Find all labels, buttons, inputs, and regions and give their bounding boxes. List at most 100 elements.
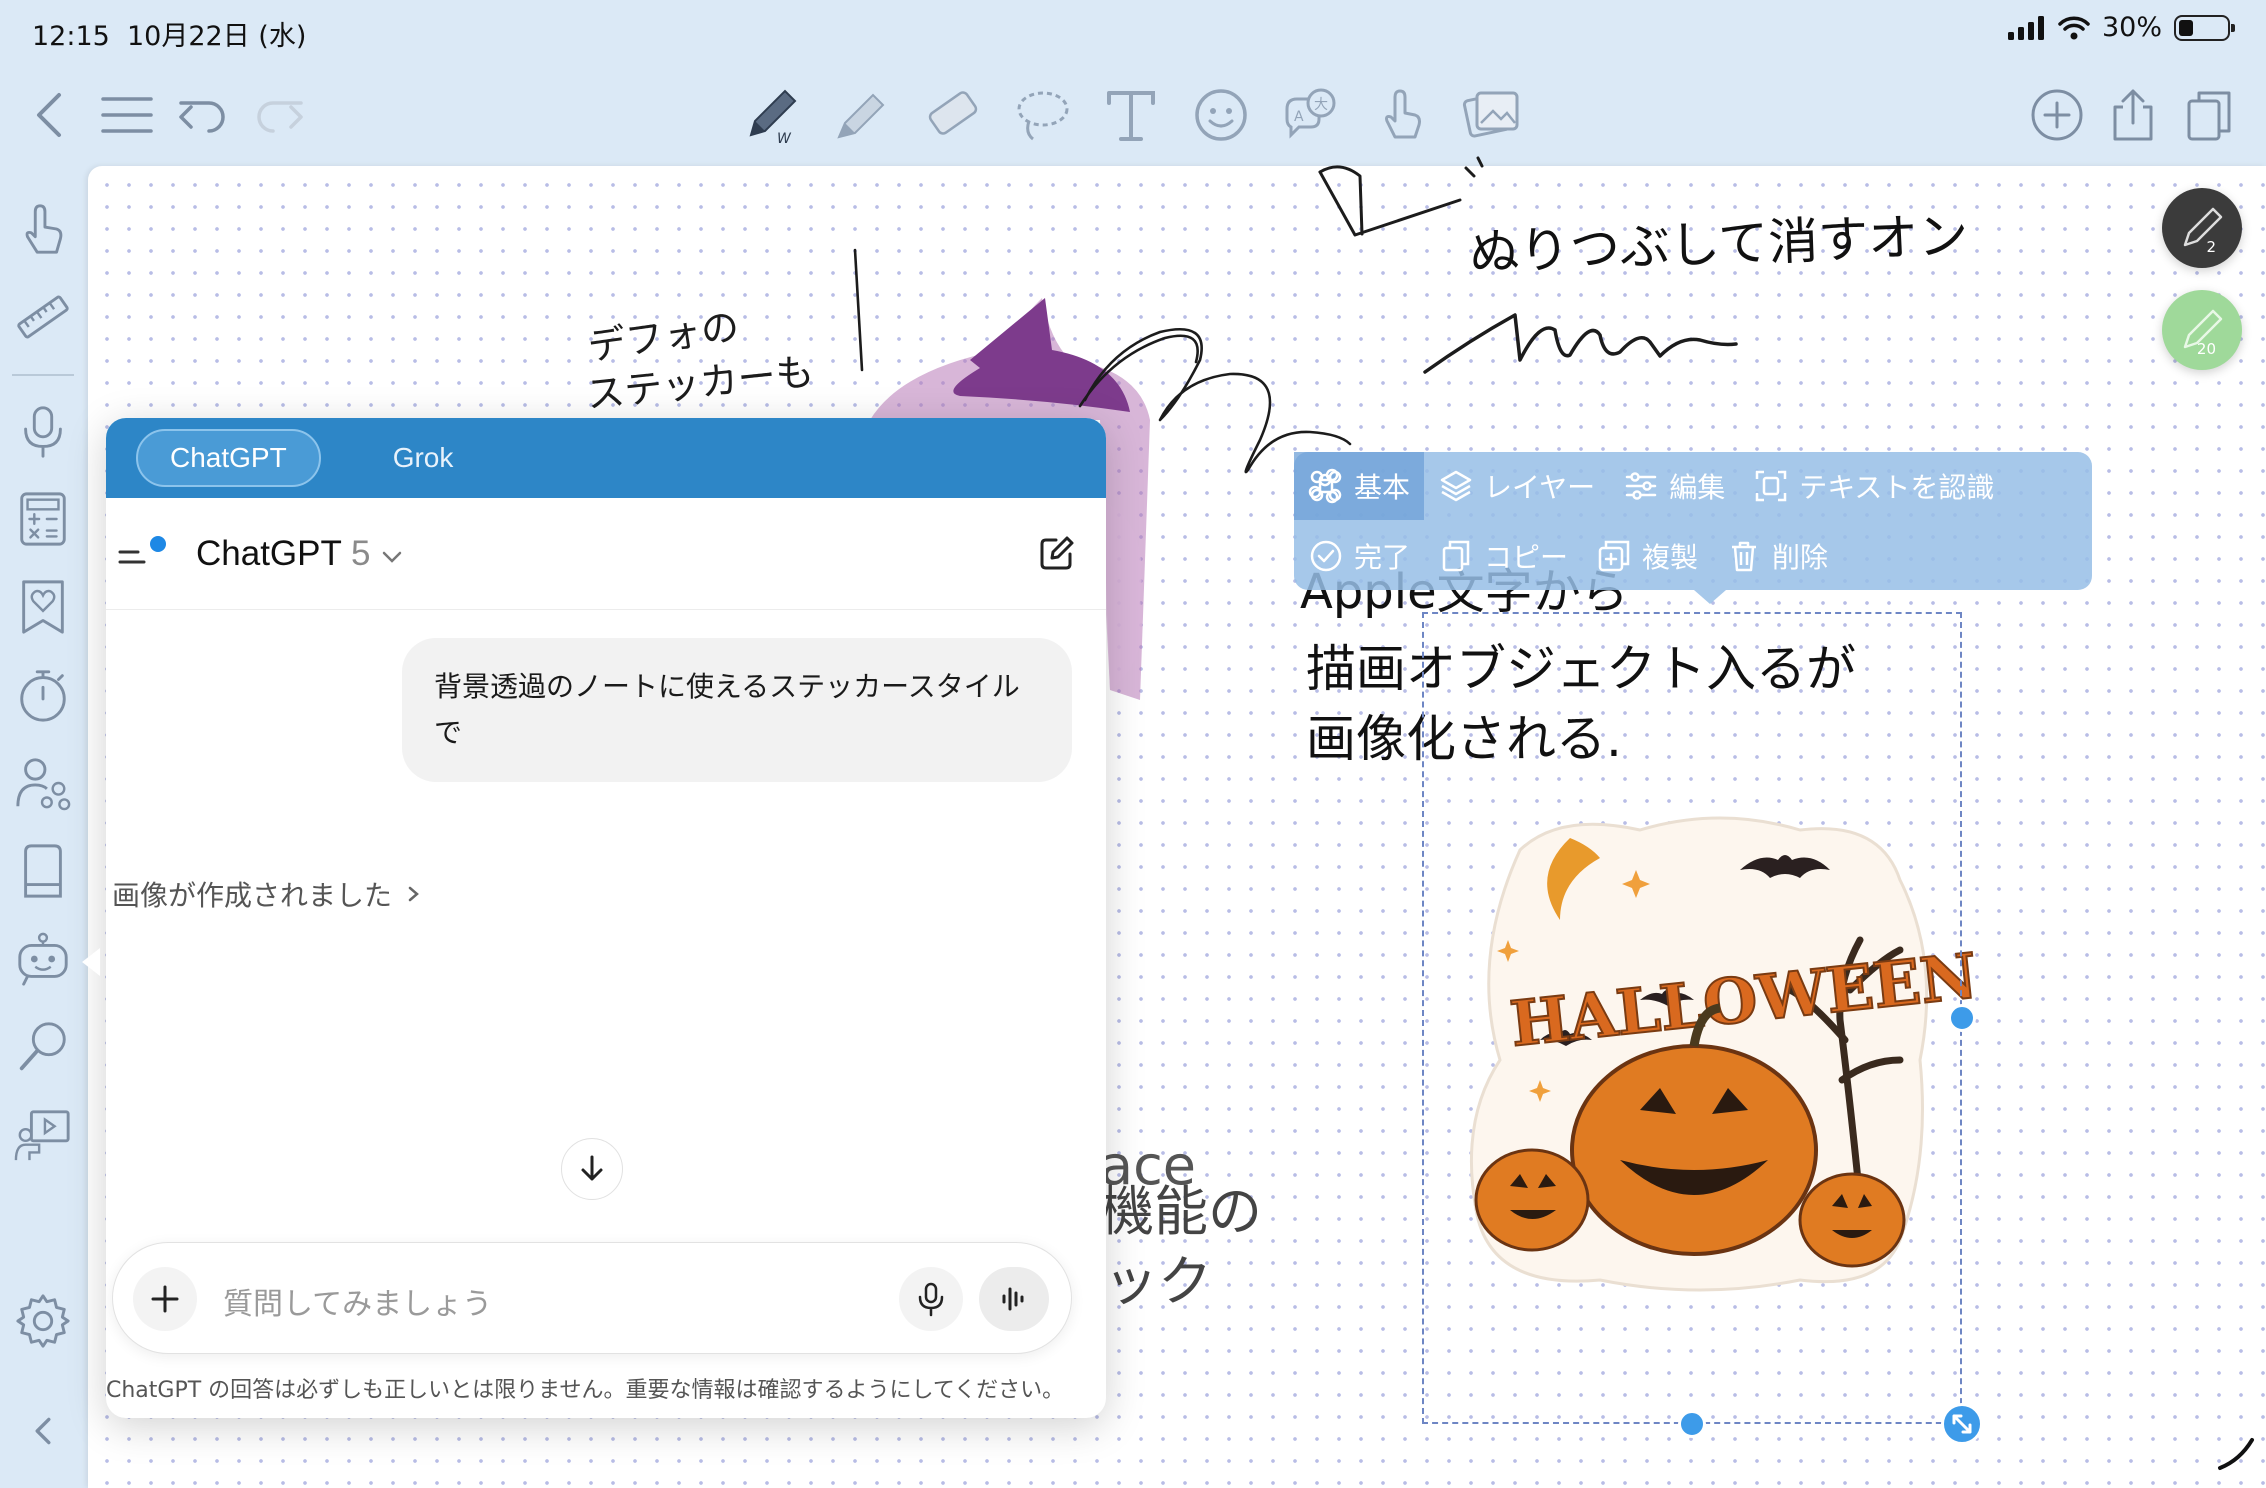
- battery-icon: [2174, 14, 2235, 41]
- cellular-signal-icon: [2007, 15, 2044, 40]
- arrow-down-icon: [581, 1155, 603, 1181]
- pen-tool-icon[interactable]: W: [738, 82, 804, 148]
- selection-menu-row-1: 基本 レイヤー 編集 テキストを認識: [1294, 452, 2008, 520]
- pen-preset-2[interactable]: 20: [2162, 290, 2242, 370]
- redo-icon[interactable]: [246, 82, 312, 148]
- scroll-down-button[interactable]: [561, 1138, 623, 1200]
- menu-delete-label: 削除: [1772, 541, 1829, 574]
- chevron-down-icon: [382, 551, 402, 563]
- chat-input-bar: 質問してみましょう: [112, 1242, 1072, 1354]
- menu-recognize-text[interactable]: テキストを認識: [1739, 452, 2008, 520]
- tab-grok[interactable]: Grok: [361, 429, 486, 487]
- wifi-icon: [2058, 16, 2090, 39]
- ai-robot-icon[interactable]: [10, 926, 76, 992]
- menu-delete[interactable]: 削除: [1712, 522, 1842, 590]
- voice-mode-button[interactable]: [979, 1267, 1049, 1331]
- plus-icon: [151, 1285, 179, 1313]
- image-created-link[interactable]: 画像が作成されました: [112, 874, 422, 914]
- pen-icon: [2183, 207, 2223, 247]
- panel-pointer: [82, 948, 100, 976]
- ai-tab-bar: ChatGPT Grok: [106, 418, 1106, 498]
- menu-pointer: [1694, 590, 1726, 604]
- pen-preset-2-size: 20: [2196, 340, 2216, 358]
- highlighter-icon[interactable]: [828, 82, 894, 148]
- microphone-icon: [918, 1282, 944, 1317]
- add-page-icon[interactable]: [2024, 82, 2090, 148]
- new-chat-button[interactable]: [1036, 534, 1076, 574]
- model-selector[interactable]: ChatGPT 5: [196, 534, 404, 574]
- tab-chatgpt[interactable]: ChatGPT: [136, 429, 321, 487]
- presentation-icon[interactable]: [10, 1102, 76, 1168]
- menu-done-label: 完了: [1354, 541, 1411, 574]
- layers-icon: [1440, 470, 1472, 502]
- svg-text:W: W: [777, 131, 792, 145]
- chevron-right-icon: [408, 886, 419, 902]
- dictation-button[interactable]: [899, 1267, 963, 1331]
- collaboration-icon[interactable]: [10, 750, 76, 816]
- trash-icon: [1732, 541, 1757, 572]
- menu-copy[interactable]: コピー: [1424, 522, 1582, 590]
- command-icon: [1308, 468, 1342, 504]
- menu-duplicate[interactable]: 複製: [1582, 522, 1712, 590]
- back-icon[interactable]: [18, 82, 84, 148]
- selection-menu-row-2: 完了 コピー 複製 削除: [1294, 522, 1842, 590]
- user-message-bubble: 背景透過のノートに使えるステッカースタイルで: [402, 638, 1072, 782]
- model-name: ChatGPT: [196, 534, 342, 573]
- undo-icon[interactable]: [170, 82, 236, 148]
- calculator-icon[interactable]: [10, 486, 76, 552]
- resize-handle-bottom[interactable]: [1678, 1410, 1706, 1438]
- magnifier-icon[interactable]: [10, 1014, 76, 1080]
- settings-icon[interactable]: [10, 1288, 76, 1354]
- image-icon[interactable]: [1458, 82, 1524, 148]
- svg-text:大: 大: [1314, 97, 1328, 113]
- menu-duplicate-label: 複製: [1642, 541, 1699, 574]
- menu-done[interactable]: 完了: [1294, 522, 1424, 590]
- document-icon[interactable]: [10, 838, 76, 904]
- selection-box[interactable]: [1422, 612, 1962, 1424]
- menu-layer-label: レイヤー: [1484, 471, 1596, 504]
- list-icon[interactable]: [94, 82, 160, 148]
- pen-preset-1-size: 2: [2206, 238, 2216, 256]
- resize-arrows-icon: [1952, 1414, 1972, 1434]
- chat-history-button[interactable]: [116, 534, 166, 574]
- lasso-icon[interactable]: [1008, 82, 1074, 148]
- pen-preset-1[interactable]: 2: [2162, 188, 2242, 268]
- hand-pointer-icon[interactable]: [1368, 82, 1434, 148]
- menu-layer[interactable]: レイヤー: [1424, 452, 1609, 520]
- top-toolbar: W 大A: [0, 62, 2266, 166]
- ruler-icon[interactable]: [10, 284, 76, 350]
- collapse-icon[interactable]: [10, 1398, 76, 1464]
- pages-icon[interactable]: [2176, 82, 2242, 148]
- share-icon[interactable]: [2100, 82, 2166, 148]
- rail-divider: [12, 374, 74, 376]
- duplicate-icon: [1598, 540, 1630, 572]
- svg-text:A: A: [1294, 109, 1304, 125]
- text-tool-icon[interactable]: [1098, 82, 1164, 148]
- hand-pointer-icon[interactable]: [10, 196, 76, 262]
- menu-recognize-text-label: テキストを認識: [1799, 471, 1995, 504]
- sticker-icon[interactable]: [1188, 82, 1254, 148]
- chat-input[interactable]: 質問してみましょう: [223, 1279, 492, 1323]
- check-circle-icon: [1310, 540, 1342, 572]
- bookmark-heart-icon[interactable]: [10, 574, 76, 640]
- ai-header: ChatGPT 5: [106, 498, 1106, 610]
- menu-edit-label: 編集: [1669, 471, 1726, 504]
- resize-handle-right[interactable]: [1948, 1004, 1976, 1032]
- left-rail: [0, 166, 88, 1488]
- compose-icon: [1040, 536, 1074, 570]
- status-right: 30%: [2007, 12, 2235, 43]
- microphone-icon[interactable]: [10, 398, 76, 464]
- attach-button[interactable]: [133, 1267, 197, 1331]
- menu-edit[interactable]: 編集: [1609, 452, 1739, 520]
- eraser-icon[interactable]: [918, 82, 984, 148]
- translate-icon[interactable]: 大A: [1278, 82, 1344, 148]
- status-bar: 12:15 10月22日 (水) 30%: [0, 0, 2266, 62]
- ai-disclaimer: ChatGPT の回答は必ずしも正しいとは限りません。重要な情報は確認するように…: [106, 1378, 1065, 1403]
- ai-assistant-panel: ChatGPT Grok ChatGPT 5 背景透過のノートに使えるステッカー…: [106, 418, 1106, 1418]
- menu-basic[interactable]: 基本: [1294, 452, 1425, 520]
- resize-corner-handle[interactable]: [1941, 1403, 1983, 1445]
- model-version: 5: [350, 534, 371, 573]
- timer-icon[interactable]: [10, 662, 76, 728]
- menu-copy-label: コピー: [1484, 541, 1569, 574]
- image-created-label: 画像が作成されました: [112, 879, 393, 912]
